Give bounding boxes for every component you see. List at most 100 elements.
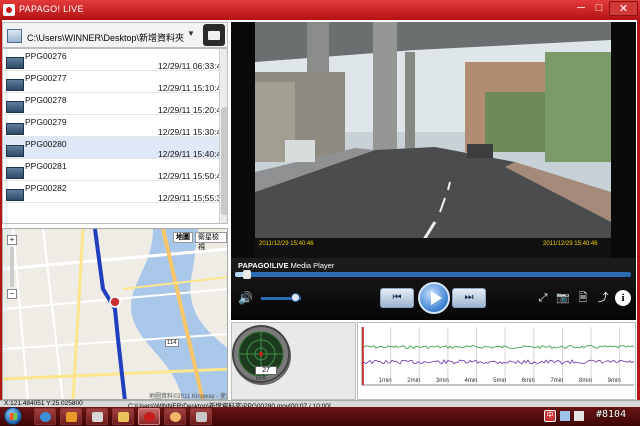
g-sensor-trace-purple bbox=[361, 359, 635, 365]
file-row[interactable]: PPG00281 12/29/11 15:50:46 bbox=[3, 159, 226, 181]
graph-tick-label: 1min bbox=[378, 378, 392, 384]
language-indicator[interactable]: 中 bbox=[544, 410, 556, 422]
file-date: 12/29/11 06:33:42 bbox=[158, 61, 226, 71]
player-title-suffix: Media Player bbox=[288, 261, 335, 270]
taskbar-media-button[interactable] bbox=[60, 408, 82, 425]
file-name: PPG00279 bbox=[25, 117, 67, 127]
start-button[interactable] bbox=[4, 407, 22, 425]
taskbar-papago-button[interactable] bbox=[138, 408, 160, 425]
zoom-in-button[interactable]: + bbox=[7, 235, 17, 245]
path-bar: C:\Users\WINNER\Desktop\新增資料夾 ▼ bbox=[2, 22, 228, 48]
graph-tick-label: 8min bbox=[579, 378, 593, 384]
map-zoom-control: + − bbox=[7, 235, 19, 301]
play-button[interactable] bbox=[418, 282, 450, 314]
graph-tick-label: 5min bbox=[493, 378, 507, 384]
upload-icon[interactable]: ⤴ bbox=[596, 291, 610, 305]
map-type-map-button[interactable]: 地圖 bbox=[173, 232, 193, 243]
g-sensor-plot bbox=[361, 327, 635, 386]
window-icon bbox=[92, 412, 103, 422]
map-view[interactable]: + − 地圖 衛星檢視 114 地圖資料©2011 Kingway - 使用條款 bbox=[2, 228, 228, 400]
map-type-satellite-button[interactable]: 衛星檢視 bbox=[195, 232, 227, 251]
zoom-out-button[interactable]: − bbox=[7, 289, 17, 299]
taskbar-app2-button[interactable] bbox=[164, 408, 186, 425]
file-row[interactable]: PPG00276 12/29/11 06:33:42 bbox=[3, 49, 226, 71]
taskbar: 中 bbox=[0, 407, 640, 426]
seek-handle[interactable] bbox=[242, 270, 251, 279]
taskbar-app-button[interactable] bbox=[86, 408, 108, 425]
file-date: 12/29/11 15:10:44 bbox=[158, 83, 226, 93]
minimize-button[interactable]: ─ bbox=[573, 1, 589, 16]
media-icon bbox=[66, 412, 77, 422]
taskbar-ie-button[interactable] bbox=[34, 408, 56, 425]
graph-tick-label: 2min bbox=[407, 378, 421, 384]
g-sensor-graph[interactable]: 1min 2min 3min 4min 5min 6min 7min 8min 9min bbox=[357, 322, 636, 400]
title-bar: PAPAGO! LIVE ─ □ ✕ bbox=[0, 0, 640, 20]
window-title: PAPAGO! LIVE bbox=[19, 4, 84, 14]
scrollbar-thumb[interactable] bbox=[221, 107, 227, 215]
file-row[interactable]: PPG00277 12/29/11 15:10:44 bbox=[3, 71, 226, 93]
export-file-icon[interactable]: 🗎 bbox=[576, 291, 590, 305]
map-copyright: 地圖資料©2011 Kingway - 使用條款 bbox=[149, 394, 227, 400]
speed-unit: km/h bbox=[256, 376, 267, 382]
chevron-down-icon[interactable]: ▼ bbox=[185, 29, 197, 41]
close-button[interactable]: ✕ bbox=[609, 1, 638, 16]
video-thumbnail-icon bbox=[6, 123, 24, 135]
g-sensor-trace-green bbox=[361, 344, 635, 350]
app-icon bbox=[3, 4, 15, 16]
file-date: 12/29/11 15:55:36 bbox=[158, 193, 226, 203]
video-frame[interactable]: 2011/12/29 15:40:46 2011/12/29 15:40:46 bbox=[231, 22, 636, 258]
fullscreen-icon[interactable]: ⤢ bbox=[536, 291, 550, 305]
video-thumbnail-icon bbox=[6, 167, 24, 179]
video-thumbnail-icon bbox=[6, 145, 24, 157]
dashcam-footage bbox=[255, 22, 611, 258]
video-timestamp-left: 2011/12/29 15:40:46 bbox=[259, 241, 314, 247]
video-thumbnail-icon bbox=[6, 57, 24, 69]
file-row[interactable]: PPG00279 12/29/11 15:30:46 bbox=[3, 115, 226, 137]
speed-readout: 27 bbox=[255, 366, 277, 375]
app-icon bbox=[196, 412, 207, 422]
road-label: 114 bbox=[165, 339, 179, 347]
folder-path[interactable]: C:\Users\WINNER\Desktop\新增資料夾 bbox=[27, 31, 184, 44]
info-button[interactable]: i bbox=[615, 290, 631, 306]
volume-icon[interactable]: 🔊 bbox=[238, 290, 254, 306]
network-icon[interactable] bbox=[560, 411, 570, 421]
file-list-scrollbar[interactable] bbox=[219, 49, 227, 223]
taskbar-explorer-button[interactable] bbox=[112, 408, 134, 425]
file-date: 12/29/11 15:40:46 bbox=[158, 149, 226, 159]
map-canvas bbox=[3, 229, 227, 399]
file-name: PPG00278 bbox=[25, 95, 67, 105]
player-title: PAPAGO!LIVE Media Player bbox=[238, 261, 334, 270]
video-thumbnail-icon bbox=[6, 189, 24, 201]
video-timestamp-right: 2011/12/29 15:40:46 bbox=[543, 241, 598, 247]
next-button[interactable]: ⏭ bbox=[452, 288, 486, 308]
zoom-slider[interactable] bbox=[10, 247, 14, 287]
volume-tray-icon[interactable] bbox=[574, 411, 584, 421]
graph-tick-label: 4min bbox=[464, 378, 478, 384]
video-thumbnail-icon bbox=[6, 101, 24, 113]
file-row-selected[interactable]: PPG00280 12/29/11 15:40:46 bbox=[3, 137, 226, 159]
file-list: PPG00276 12/29/11 06:33:42 PPG00277 12/2… bbox=[2, 48, 228, 224]
file-row[interactable]: PPG00282 12/29/11 15:55:36 bbox=[3, 181, 226, 203]
file-name: PPG00281 bbox=[25, 161, 67, 171]
graph-tick-label: 3min bbox=[435, 378, 449, 384]
previous-button[interactable]: ⏮ bbox=[380, 288, 414, 308]
snapshot-icon[interactable]: 📷 bbox=[556, 291, 570, 305]
graph-tick-label: 9min bbox=[607, 378, 621, 384]
papago-icon bbox=[144, 412, 155, 422]
file-row[interactable]: PPG00278 12/29/11 15:20:46 bbox=[3, 93, 226, 115]
file-date: 12/29/11 15:30:46 bbox=[158, 127, 226, 137]
file-name: PPG00280 bbox=[25, 139, 67, 149]
ie-icon bbox=[40, 412, 51, 422]
file-date: 12/29/11 15:50:46 bbox=[158, 171, 226, 181]
open-folder-button[interactable] bbox=[203, 24, 225, 46]
file-name: PPG00276 bbox=[25, 51, 67, 61]
video-thumbnail-icon bbox=[6, 79, 24, 91]
file-name: PPG00277 bbox=[25, 73, 67, 83]
maximize-button[interactable]: □ bbox=[591, 1, 607, 16]
graph-tick-label: 7min bbox=[550, 378, 564, 384]
volume-handle[interactable] bbox=[291, 293, 300, 302]
drive-icon bbox=[7, 29, 22, 43]
seek-bar[interactable] bbox=[235, 270, 631, 279]
taskbar-app3-button[interactable] bbox=[190, 408, 212, 425]
file-date: 12/29/11 15:20:46 bbox=[158, 105, 226, 115]
